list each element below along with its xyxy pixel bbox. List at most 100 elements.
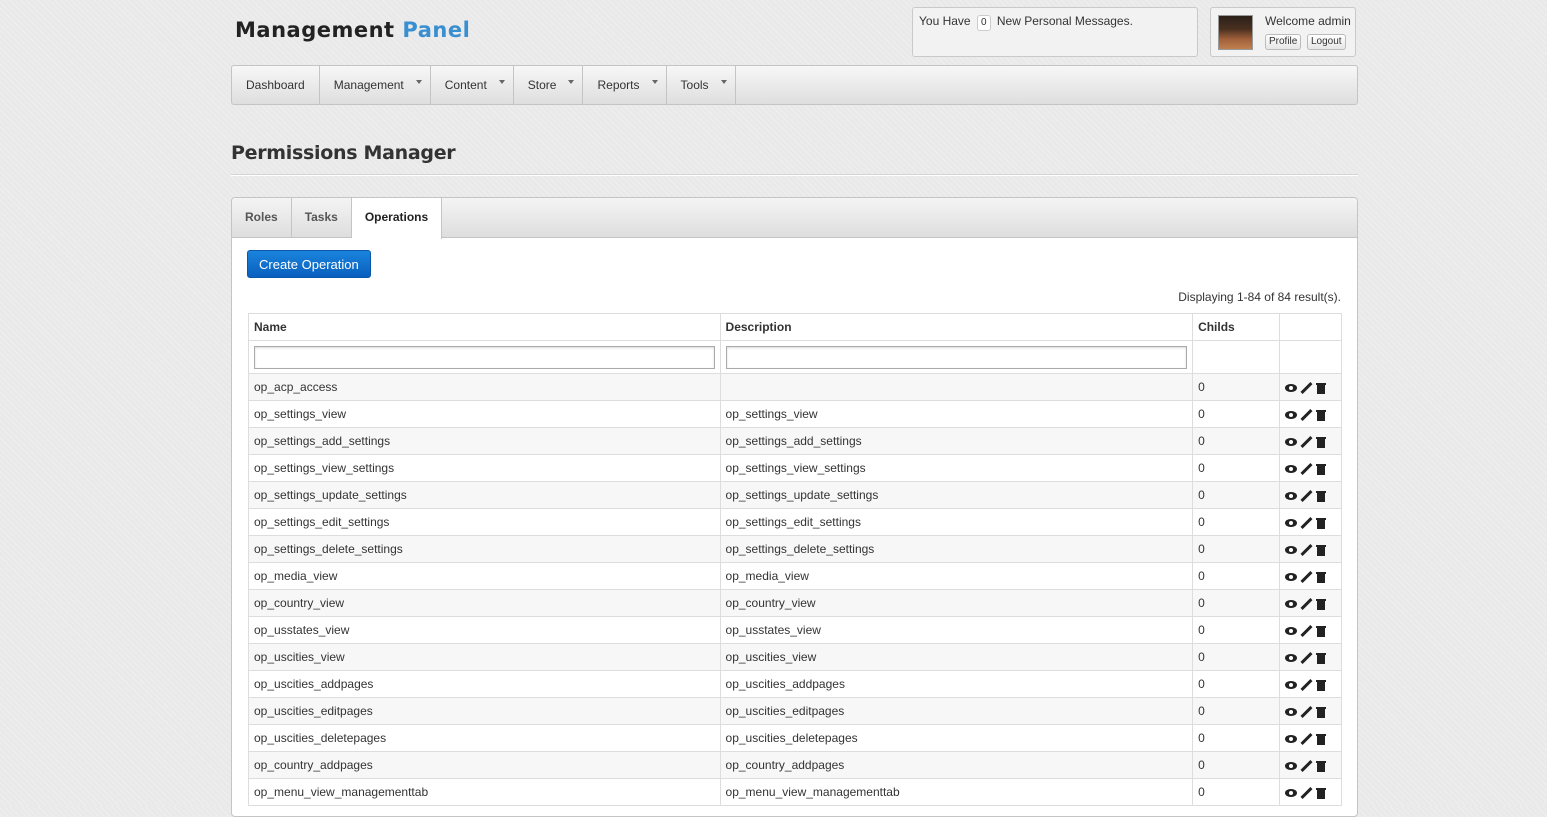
view-icon[interactable]: [1284, 760, 1297, 772]
edit-icon[interactable]: [1300, 760, 1312, 772]
table-row: op_uscities_addpages op_uscities_addpages…: [248, 670, 1343, 698]
table-row: op_country_addpages op_country_addpages 0: [248, 751, 1343, 779]
table-row: op_menu_view_managementtab op_menu_view_m…: [248, 778, 1343, 806]
view-icon[interactable]: [1284, 517, 1297, 529]
cell-name: op_settings_edit_settings: [248, 508, 721, 536]
edit-icon[interactable]: [1300, 382, 1312, 394]
edit-icon[interactable]: [1300, 571, 1312, 583]
edit-icon[interactable]: [1300, 544, 1312, 556]
edit-icon[interactable]: [1300, 625, 1312, 637]
profile-button[interactable]: Profile: [1265, 34, 1302, 50]
cell-name: op_uscities_addpages: [248, 670, 721, 698]
cell-description: op_country_addpages: [719, 751, 1194, 779]
nav-content[interactable]: Content: [431, 66, 514, 104]
delete-icon[interactable]: [1315, 760, 1327, 773]
chevron-down-icon: [415, 80, 422, 84]
view-icon[interactable]: [1284, 436, 1297, 448]
view-icon[interactable]: [1284, 706, 1297, 718]
view-icon[interactable]: [1284, 625, 1297, 637]
edit-icon[interactable]: [1300, 463, 1312, 475]
delete-icon[interactable]: [1315, 706, 1327, 719]
edit-icon[interactable]: [1300, 436, 1312, 448]
delete-icon[interactable]: [1315, 463, 1327, 476]
table-body: op_acp_access 0 op_settings_view op_setting…: [248, 373, 1343, 806]
edit-icon[interactable]: [1300, 652, 1312, 664]
tab-operations[interactable]: Operations: [351, 198, 443, 239]
table-row: op_country_view op_country_view 0: [248, 589, 1343, 617]
delete-icon[interactable]: [1315, 598, 1327, 611]
edit-icon[interactable]: [1300, 787, 1312, 799]
avatar: [1218, 15, 1253, 50]
view-icon[interactable]: [1284, 733, 1297, 745]
delete-icon[interactable]: [1315, 787, 1327, 800]
description-filter-input[interactable]: [725, 345, 1188, 369]
chevron-down-icon: [568, 80, 575, 84]
view-icon[interactable]: [1284, 598, 1297, 610]
delete-icon[interactable]: [1315, 436, 1327, 449]
cell-actions: [1278, 697, 1343, 725]
logo-text-primary: Management: [235, 18, 395, 42]
column-header-childs[interactable]: Childs: [1192, 313, 1280, 341]
edit-icon[interactable]: [1300, 598, 1312, 610]
edit-icon[interactable]: [1300, 409, 1312, 421]
edit-icon[interactable]: [1300, 733, 1312, 745]
delete-icon[interactable]: [1315, 382, 1327, 395]
title-divider: [231, 174, 1358, 176]
cell-actions: [1278, 508, 1343, 536]
delete-icon[interactable]: [1315, 652, 1327, 665]
delete-icon[interactable]: [1315, 490, 1327, 503]
delete-icon[interactable]: [1315, 625, 1327, 638]
delete-icon[interactable]: [1315, 571, 1327, 584]
view-icon[interactable]: [1284, 463, 1297, 475]
nav-label: Tools: [680, 78, 709, 92]
chevron-down-icon: [651, 80, 658, 84]
tab-tasks[interactable]: Tasks: [292, 198, 352, 238]
edit-icon[interactable]: [1300, 679, 1312, 691]
view-icon[interactable]: [1284, 652, 1297, 664]
cell-childs: 0: [1192, 643, 1280, 671]
delete-icon[interactable]: [1315, 517, 1327, 530]
column-header-name[interactable]: Name: [248, 313, 721, 341]
delete-icon[interactable]: [1315, 409, 1327, 422]
name-filter-input[interactable]: [254, 345, 715, 369]
page-title: Permissions Manager: [231, 142, 456, 164]
cell-actions: [1278, 724, 1343, 752]
nav-dashboard[interactable]: Dashboard: [232, 66, 320, 104]
cell-description: op_settings_edit_settings: [719, 508, 1194, 536]
cell-childs: 0: [1192, 373, 1280, 401]
table-row: op_media_view op_media_view 0: [248, 562, 1343, 590]
column-header-description[interactable]: Description: [719, 313, 1194, 341]
create-operation-button[interactable]: Create Operation: [247, 250, 371, 278]
cell-description: op_settings_view_settings: [719, 454, 1194, 482]
tab-bar: Roles Tasks Operations: [232, 198, 1357, 239]
view-icon[interactable]: [1284, 571, 1297, 583]
nav-tools[interactable]: Tools: [667, 66, 736, 104]
cell-childs: 0: [1192, 751, 1280, 779]
user-box: Welcome admin Profile Logout: [1210, 7, 1356, 57]
delete-icon[interactable]: [1315, 544, 1327, 557]
nav-store[interactable]: Store: [514, 66, 584, 104]
nav-reports[interactable]: Reports: [583, 66, 667, 104]
cell-name: op_settings_view_settings: [248, 454, 721, 482]
cell-actions: [1278, 643, 1343, 671]
edit-icon[interactable]: [1300, 706, 1312, 718]
cell-childs: 0: [1192, 562, 1280, 590]
edit-icon[interactable]: [1300, 517, 1312, 529]
logout-button[interactable]: Logout: [1307, 34, 1346, 50]
nav-management[interactable]: Management: [320, 66, 431, 104]
view-icon[interactable]: [1284, 409, 1297, 421]
view-icon[interactable]: [1284, 382, 1297, 394]
cell-description: op_uscities_deletepages: [719, 724, 1194, 752]
view-icon[interactable]: [1284, 490, 1297, 502]
cell-name: op_country_view: [248, 589, 721, 617]
tab-roles[interactable]: Roles: [232, 198, 292, 238]
cell-name: op_country_addpages: [248, 751, 721, 779]
chevron-down-icon: [498, 80, 505, 84]
messages-count-badge[interactable]: 0: [976, 15, 991, 31]
delete-icon[interactable]: [1315, 679, 1327, 692]
delete-icon[interactable]: [1315, 733, 1327, 746]
view-icon[interactable]: [1284, 787, 1297, 799]
view-icon[interactable]: [1284, 679, 1297, 691]
edit-icon[interactable]: [1300, 490, 1312, 502]
view-icon[interactable]: [1284, 544, 1297, 556]
